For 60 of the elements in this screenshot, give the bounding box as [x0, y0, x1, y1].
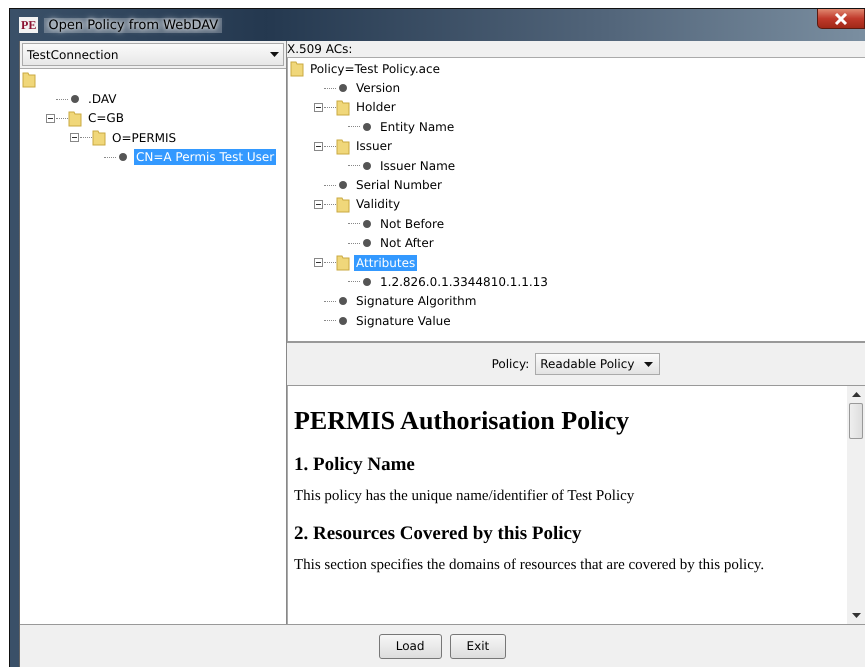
connection-dropdown[interactable]: TestConnection — [22, 43, 284, 66]
collapse-toggle[interactable] — [314, 200, 324, 209]
scroll-up-icon[interactable] — [852, 392, 860, 397]
scrollbar[interactable] — [847, 386, 865, 624]
paragraph: This section specifies the domains of resources that are covered by this policy. — [294, 557, 766, 574]
tree-node[interactable]: Signature Algorithm — [354, 293, 478, 310]
leaf-node-icon — [336, 180, 350, 190]
collapse-toggle[interactable] — [46, 114, 56, 123]
folder-icon — [336, 98, 350, 116]
folder-icon — [92, 129, 106, 146]
collapse-toggle[interactable] — [314, 102, 324, 112]
app-logo: PE — [19, 17, 38, 33]
tree-node[interactable]: Validity — [354, 196, 402, 212]
load-button[interactable]: Load — [378, 634, 442, 658]
tree-label: X.509 ACs: — [287, 41, 354, 57]
tree-node[interactable]: C=GB — [86, 110, 126, 126]
heading: 2. Resources Covered by this Policy — [294, 523, 582, 545]
tree-node[interactable]: Serial Number — [354, 177, 444, 194]
leaf-node-icon — [360, 122, 374, 132]
folder-icon — [68, 110, 82, 127]
leaf-node-icon — [336, 296, 350, 306]
tree-node[interactable]: Issuer — [354, 138, 394, 154]
exit-button[interactable]: Exit — [450, 634, 506, 658]
folder-icon — [336, 254, 350, 272]
close-icon — [834, 12, 848, 24]
folder-icon — [336, 196, 350, 213]
collapse-toggle[interactable] — [70, 133, 80, 142]
scroll-down-icon[interactable] — [852, 613, 860, 618]
folder-icon — [336, 138, 350, 155]
leaf-node-icon — [336, 316, 350, 326]
heading: 1. Policy Name — [294, 454, 416, 476]
tree-node[interactable]: O=PERMIS — [110, 130, 178, 146]
paragraph: This policy has the unique name/identifier of Test Policy — [294, 488, 636, 505]
heading: PERMIS Authorisation Policy — [294, 406, 630, 436]
tree-node[interactable]: Not After — [378, 235, 436, 252]
leaf-node-icon — [360, 218, 374, 229]
leaf-node-icon — [360, 160, 374, 171]
tree-node[interactable]: Entity Name — [378, 118, 456, 135]
tree-node[interactable]: Policy=Test Policy.ace — [308, 60, 442, 77]
tree-node[interactable]: Holder — [354, 99, 398, 116]
collapse-toggle[interactable] — [314, 142, 324, 151]
tree-node[interactable]: Signature Value — [354, 312, 453, 329]
leaf-node-icon — [68, 94, 82, 104]
collapse-toggle[interactable] — [314, 258, 324, 268]
policy-view-dropdown[interactable]: Readable Policy — [535, 353, 660, 375]
tree-node[interactable]: Version — [354, 80, 402, 96]
leaf-node-icon — [116, 152, 130, 162]
scroll-thumb[interactable] — [849, 403, 863, 439]
leaf-node-icon — [360, 238, 374, 248]
close-button[interactable] — [817, 9, 865, 29]
leaf-node-icon — [336, 83, 350, 94]
tree-node[interactable]: .DAV — [86, 91, 118, 108]
caret-icon — [270, 52, 279, 57]
leaf-node-icon — [360, 276, 374, 287]
tree-node[interactable]: Issuer Name — [378, 158, 458, 174]
caret-icon — [644, 362, 654, 366]
tree-node[interactable]: Not Before — [378, 216, 446, 232]
folder-icon — [290, 60, 304, 78]
tree-node[interactable]: 1.2.826.0.1.3344810.1.1.13 — [378, 274, 550, 290]
policy-label: Policy: — [492, 357, 530, 371]
